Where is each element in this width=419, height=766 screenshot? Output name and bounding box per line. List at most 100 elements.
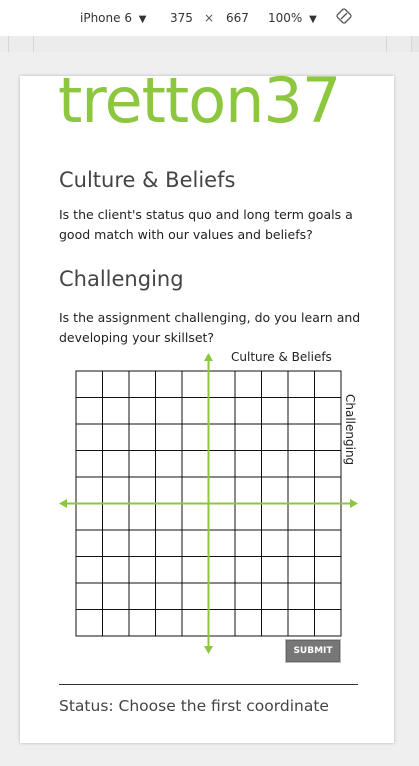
grid-cell[interactable] <box>287 503 315 531</box>
grid-cell[interactable] <box>261 609 289 637</box>
grid-cell[interactable] <box>102 556 130 584</box>
grid-cell[interactable] <box>155 529 183 557</box>
grid-cell[interactable] <box>287 397 315 425</box>
grid-cell[interactable] <box>234 529 262 557</box>
grid-cell[interactable] <box>261 423 289 451</box>
grid-cell[interactable] <box>155 609 183 637</box>
grid-cell[interactable] <box>261 476 289 504</box>
coordinate-grid[interactable] <box>58 348 358 658</box>
grid-cell[interactable] <box>208 529 236 557</box>
grid-cell[interactable] <box>261 582 289 610</box>
grid-cell[interactable] <box>181 397 209 425</box>
grid-cell[interactable] <box>155 423 183 451</box>
grid-cell[interactable] <box>155 450 183 478</box>
grid-cell[interactable] <box>261 529 289 557</box>
grid-cell[interactable] <box>128 529 156 557</box>
grid-cell[interactable] <box>128 450 156 478</box>
grid-cell[interactable] <box>75 370 103 398</box>
grid-cell[interactable] <box>181 609 209 637</box>
grid-cell[interactable] <box>234 450 262 478</box>
grid-cell[interactable] <box>181 582 209 610</box>
grid-cell[interactable] <box>287 556 315 584</box>
grid-cell[interactable] <box>208 370 236 398</box>
zoom-select[interactable]: 100% ▼ <box>268 11 317 25</box>
grid-cell[interactable] <box>128 582 156 610</box>
grid-cell[interactable] <box>261 450 289 478</box>
grid-cell[interactable] <box>155 397 183 425</box>
grid-cell[interactable] <box>75 582 103 610</box>
grid-cell[interactable] <box>128 370 156 398</box>
grid-cell[interactable] <box>287 529 315 557</box>
grid-cell[interactable] <box>234 582 262 610</box>
grid-cell[interactable] <box>102 370 130 398</box>
grid-cell[interactable] <box>102 423 130 451</box>
grid-cell[interactable] <box>208 397 236 425</box>
grid-cell[interactable] <box>102 397 130 425</box>
grid-cell[interactable] <box>128 397 156 425</box>
grid-cell[interactable] <box>287 609 315 637</box>
grid-cell[interactable] <box>75 476 103 504</box>
grid-cell[interactable] <box>181 476 209 504</box>
grid-cell[interactable] <box>181 556 209 584</box>
grid-cell[interactable] <box>261 503 289 531</box>
grid-cell[interactable] <box>314 423 342 451</box>
grid-cell[interactable] <box>234 476 262 504</box>
grid-cell[interactable] <box>128 503 156 531</box>
grid-cell[interactable] <box>234 397 262 425</box>
grid-cell[interactable] <box>314 529 342 557</box>
grid-cell[interactable] <box>314 582 342 610</box>
grid-cell[interactable] <box>181 423 209 451</box>
grid-cell[interactable] <box>128 609 156 637</box>
grid-cell[interactable] <box>75 609 103 637</box>
grid-cell[interactable] <box>314 476 342 504</box>
grid-cell[interactable] <box>261 370 289 398</box>
grid-cell[interactable] <box>208 556 236 584</box>
width-input[interactable]: 375 <box>170 11 193 25</box>
grid-cell[interactable] <box>102 609 130 637</box>
grid-cell[interactable] <box>314 556 342 584</box>
grid-cell[interactable] <box>234 370 262 398</box>
grid-cell[interactable] <box>155 370 183 398</box>
grid-cell[interactable] <box>75 503 103 531</box>
height-input[interactable]: 667 <box>226 11 249 25</box>
grid-cell[interactable] <box>128 476 156 504</box>
grid-cell[interactable] <box>208 503 236 531</box>
grid-cell[interactable] <box>287 582 315 610</box>
grid-cell[interactable] <box>102 529 130 557</box>
grid-cell[interactable] <box>208 450 236 478</box>
grid-cell[interactable] <box>261 397 289 425</box>
grid-cell[interactable] <box>314 609 342 637</box>
grid-cell[interactable] <box>102 450 130 478</box>
grid-cell[interactable] <box>128 423 156 451</box>
grid-cell[interactable] <box>75 450 103 478</box>
grid-cell[interactable] <box>314 503 342 531</box>
grid-cell[interactable] <box>102 582 130 610</box>
grid-cell[interactable] <box>208 582 236 610</box>
grid-cell[interactable] <box>128 556 156 584</box>
grid-cell[interactable] <box>261 556 289 584</box>
grid-cell[interactable] <box>208 423 236 451</box>
grid-cell[interactable] <box>75 556 103 584</box>
grid-cell[interactable] <box>314 397 342 425</box>
grid-cell[interactable] <box>181 503 209 531</box>
grid-cell[interactable] <box>314 450 342 478</box>
grid-cell[interactable] <box>102 503 130 531</box>
grid-cell[interactable] <box>234 556 262 584</box>
grid-cell[interactable] <box>75 423 103 451</box>
rotate-icon[interactable] <box>336 8 352 27</box>
grid-cell[interactable] <box>287 450 315 478</box>
grid-cell[interactable] <box>287 476 315 504</box>
grid-cell[interactable] <box>155 476 183 504</box>
grid-cell[interactable] <box>181 370 209 398</box>
grid-cell[interactable] <box>287 370 315 398</box>
grid-cell[interactable] <box>234 609 262 637</box>
grid-cell[interactable] <box>208 476 236 504</box>
grid-cell[interactable] <box>155 582 183 610</box>
grid-cell[interactable] <box>234 503 262 531</box>
device-select[interactable]: iPhone 6 ▼ <box>80 11 147 25</box>
submit-button[interactable]: SUBMIT <box>286 640 340 662</box>
grid-cell[interactable] <box>155 503 183 531</box>
grid-cell[interactable] <box>314 370 342 398</box>
grid-cell[interactable] <box>75 397 103 425</box>
grid-cell[interactable] <box>208 609 236 637</box>
